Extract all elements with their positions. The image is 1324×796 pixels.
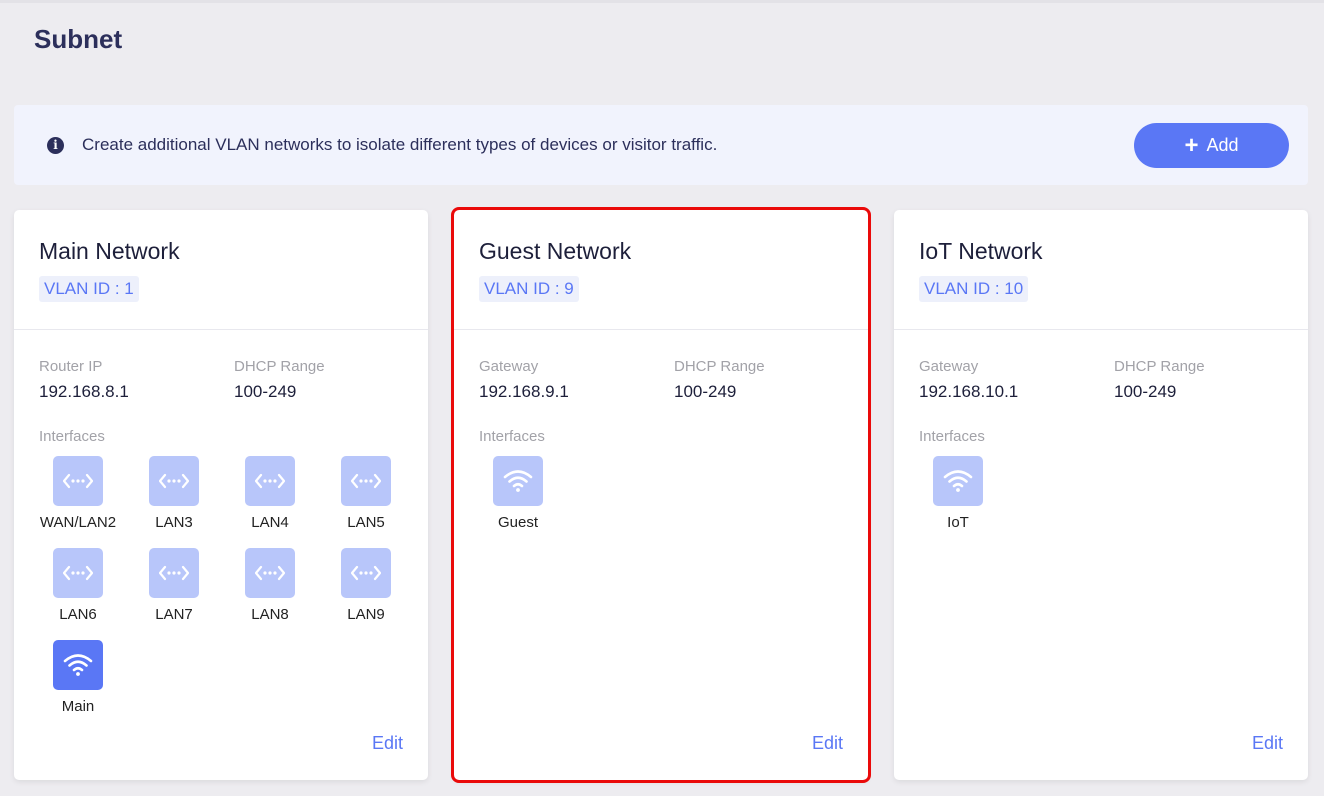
interface-item[interactable]: Main: [30, 640, 126, 715]
interface-item[interactable]: LAN9: [318, 548, 414, 623]
interface-grid: WAN/LAN2 LAN3 LAN4 LAN5 LAN6 LAN7 LAN8 LAN9 Main: [30, 456, 420, 715]
ethernet-port-icon: [245, 548, 295, 598]
interfaces-label: Interfaces: [479, 428, 545, 445]
interface-item[interactable]: LAN7: [126, 548, 222, 623]
add-button-label: Add: [1206, 135, 1239, 155]
interface-name: LAN8: [251, 606, 289, 623]
vlan-badge: VLAN ID : 10: [919, 276, 1029, 302]
interface-name: LAN7: [155, 606, 193, 623]
wifi-icon: [493, 456, 543, 506]
card-title: IoT Network: [919, 238, 1043, 264]
plus-icon: +: [1184, 131, 1199, 159]
add-button[interactable]: + Add: [1134, 123, 1289, 168]
top-divider: [0, 0, 1324, 3]
ethernet-port-icon: [341, 548, 391, 598]
card-header: IoT Network VLAN ID : 10: [894, 210, 1308, 330]
network-card-main: Main Network VLAN ID : 1 Router IP 192.1…: [14, 210, 428, 780]
page-title: Subnet: [34, 24, 123, 54]
ethernet-port-icon: [53, 456, 103, 506]
card-header: Main Network VLAN ID : 1: [14, 210, 428, 330]
ethernet-port-icon: [53, 548, 103, 598]
field-label: DHCP Range: [1114, 358, 1205, 375]
network-card-guest: Guest Network VLAN ID : 9 Gateway 192.16…: [451, 207, 871, 783]
interface-name: Guest: [497, 514, 539, 531]
interface-name: LAN4: [251, 514, 289, 531]
interface-name: LAN6: [59, 606, 97, 623]
vlan-badge: VLAN ID : 9: [479, 276, 579, 302]
card-title: Guest Network: [479, 238, 632, 264]
field-label: DHCP Range: [234, 358, 325, 375]
field-label: Router IP: [39, 358, 103, 375]
interface-name: IoT: [947, 514, 969, 531]
info-banner: i Create additional VLAN networks to iso…: [14, 105, 1308, 185]
interface-name: Main: [61, 698, 95, 715]
network-card-iot: IoT Network VLAN ID : 10 Gateway 192.168…: [894, 210, 1308, 780]
interface-name: LAN5: [347, 514, 385, 531]
field-value: 100-249: [1114, 382, 1177, 401]
field-value: 192.168.8.1: [39, 382, 129, 401]
field-label: Gateway: [479, 358, 539, 375]
info-icon: i: [47, 137, 64, 154]
field-label: DHCP Range: [674, 358, 765, 375]
interfaces-label: Interfaces: [919, 428, 985, 445]
interface-item[interactable]: LAN3: [126, 456, 222, 531]
interface-grid: Guest: [470, 456, 860, 531]
interface-name: WAN/LAN2: [39, 514, 117, 531]
interfaces-label: Interfaces: [39, 428, 105, 445]
card-title: Main Network: [39, 238, 180, 264]
edit-link[interactable]: Edit: [812, 733, 843, 754]
interface-name: LAN3: [155, 514, 193, 531]
interface-item[interactable]: LAN5: [318, 456, 414, 531]
field-value: 192.168.10.1: [919, 382, 1019, 401]
field-label: Gateway: [919, 358, 979, 375]
interface-item[interactable]: LAN4: [222, 456, 318, 531]
ethernet-port-icon: [245, 456, 295, 506]
ethernet-port-icon: [149, 456, 199, 506]
interface-item[interactable]: Guest: [470, 456, 566, 531]
wifi-icon: [53, 640, 103, 690]
edit-link[interactable]: Edit: [1252, 733, 1283, 754]
ethernet-port-icon: [149, 548, 199, 598]
field-value: 100-249: [674, 382, 737, 401]
interface-item[interactable]: LAN6: [30, 548, 126, 623]
field-value: 192.168.9.1: [479, 382, 569, 401]
interface-grid: IoT: [910, 456, 1300, 531]
wifi-icon: [933, 456, 983, 506]
interface-name: LAN9: [347, 606, 385, 623]
edit-link[interactable]: Edit: [372, 733, 403, 754]
interface-item[interactable]: IoT: [910, 456, 1006, 531]
ethernet-port-icon: [341, 456, 391, 506]
field-value: 100-249: [234, 382, 297, 401]
banner-text: Create additional VLAN networks to isola…: [82, 135, 718, 154]
card-header: Guest Network VLAN ID : 9: [454, 210, 868, 330]
interface-item[interactable]: WAN/LAN2: [30, 456, 126, 531]
interface-item[interactable]: LAN8: [222, 548, 318, 623]
vlan-badge: VLAN ID : 1: [39, 276, 139, 302]
